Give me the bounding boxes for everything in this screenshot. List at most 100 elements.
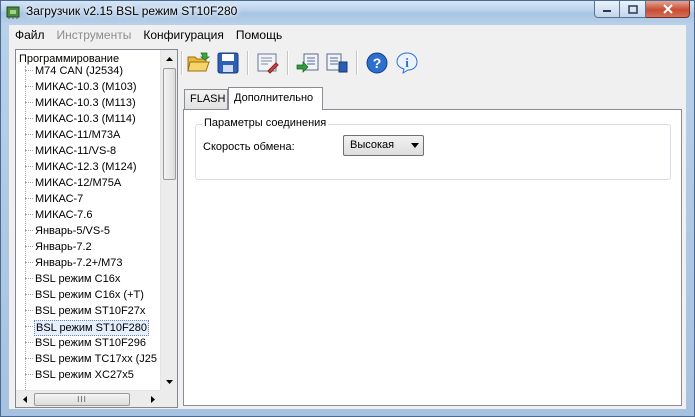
speed-label: Скорость обмена: [203,141,295,153]
tree-connector [25,326,33,327]
window-title: Загрузчик v2.15 BSL режим ST10F280 [26,4,238,18]
open-button[interactable] [185,49,213,77]
toolbar-separator [247,51,249,75]
scroll-right-button[interactable] [144,391,161,408]
scroll-corner [160,390,177,407]
vertical-scroll-thumb[interactable] [163,68,176,180]
write-icon [326,53,348,73]
tree-item-label: МИКАС-11/M73A [35,129,121,141]
tree-connector [25,310,33,311]
app-chip-icon [6,6,20,19]
toolbar-grip [181,51,183,75]
tree-item-label: Январь-5/VS-5 [35,225,110,237]
scroll-down-button[interactable] [161,373,178,390]
tree-item-label: BSL режим XC27x5 [35,369,134,381]
tree-connector [25,214,33,215]
tree-connector [25,374,33,375]
read-button[interactable] [294,49,322,77]
info-button[interactable]: i [393,49,421,77]
tab-flash[interactable]: FLASH [184,89,228,109]
tree-connector [25,358,33,359]
tree-connector [25,262,33,263]
tree-item-label: МИКАС-7 [35,193,84,205]
toolbar: ? i [181,47,681,79]
chevron-right-icon [150,396,155,403]
help-icon: ? [366,52,388,74]
tree-connector [25,294,33,295]
tree-connector [25,118,33,119]
tree-connector [25,198,33,199]
tree-connector [25,86,33,87]
tab-advanced[interactable]: Дополнительно [228,87,323,110]
vertical-scrollbar[interactable] [160,50,177,390]
tree-item-label: BSL режим ST10F27x [35,305,146,317]
tree-connector [25,102,33,103]
tree-item-label: Январь-7.2+/M73 [35,257,123,269]
tree-item-label: BSL режим ST10F296 [35,337,147,349]
scroll-left-button[interactable] [16,391,33,408]
toolbar-separator [356,51,358,75]
tree-item-label: МИКАС-12/M75A [35,177,122,189]
menu-file[interactable]: Файл [9,25,51,45]
settings-button[interactable] [254,49,282,77]
minimize-icon [603,10,611,12]
connection-settings-group: Параметры соединения Скорость обмена: Вы… [195,117,671,180]
tree-item-label: BSL режим C16x (+T) [35,289,144,301]
tree-connector [25,166,33,167]
tree-connector [25,246,33,247]
horizontal-scroll-thumb[interactable]: III [34,393,130,406]
minimize-button[interactable] [594,1,620,18]
tree-item-label: Январь-7.2 [35,241,92,253]
tree-item-label: МИКАС-10.3 (M113) [35,97,136,109]
menu-help[interactable]: Помощь [230,25,288,45]
tree-connector [25,342,33,343]
chevron-left-icon [22,396,27,403]
speed-select[interactable]: Высокая [343,135,424,156]
tree-connector [25,70,33,71]
menu-tools[interactable]: Инструменты [51,25,138,45]
tree-connector [25,278,33,279]
tree-connector [25,134,33,135]
tree-item-label: МИКАС-11/VS-8 [35,145,117,157]
tree-item-label: BSL режим TC17xx (J25 [35,353,158,365]
client-area: Программирование M74 CAN (J2534) МИКАС-10… [9,45,686,409]
tab-panel-advanced: Параметры соединения Скорость обмена: Вы… [183,109,682,406]
close-icon [662,4,673,14]
maximize-icon [627,4,638,14]
app-window: Загрузчик v2.15 BSL режим ST10F280 Файл … [0,0,695,417]
chevron-up-icon [166,56,173,61]
save-icon [217,52,239,74]
tree-item-label: BSL режим ST10F280 [34,320,150,336]
device-tree[interactable]: Программирование M74 CAN (J2534) МИКАС-10… [15,49,178,408]
tree-item-label: BSL режим C16x [35,273,121,285]
write-button[interactable] [323,49,351,77]
tree-item-label: МИКАС-10.3 (M103) [35,81,137,93]
save-button[interactable] [214,49,242,77]
settings-icon [257,53,279,74]
tree-connector [25,182,33,183]
read-icon [296,53,319,73]
scroll-up-button[interactable] [161,50,178,67]
close-button[interactable] [646,1,690,18]
tree-item-label: M74 CAN (J2534) [35,65,124,77]
svg-text:?: ? [373,55,382,71]
menu-configuration[interactable]: Конфигурация [137,25,230,45]
toolbar-separator [287,51,289,75]
tree-content: Программирование M74 CAN (J2534) МИКАС-10… [16,50,161,390]
dropdown-arrow-icon [411,143,419,148]
tree-item-label: МИКАС-10.3 (M114) [35,113,136,125]
svg-text:i: i [405,55,409,70]
group-title: Параметры соединения [202,117,329,129]
info-icon: i [396,52,418,74]
chevron-down-icon [166,379,173,384]
menu-bar: Файл Инструменты Конфигурация Помощь [9,25,686,45]
help-button[interactable]: ? [363,49,391,77]
speed-select-value: Высокая [350,139,395,151]
tree-connector [25,230,33,231]
horizontal-scrollbar[interactable]: III [16,390,161,407]
maximize-button[interactable] [620,1,646,18]
title-bar[interactable]: Загрузчик v2.15 BSL режим ST10F280 [1,1,694,23]
tree-connector [25,150,33,151]
tree-item-label: МИКАС-7.6 [35,209,93,221]
open-icon [187,52,211,72]
